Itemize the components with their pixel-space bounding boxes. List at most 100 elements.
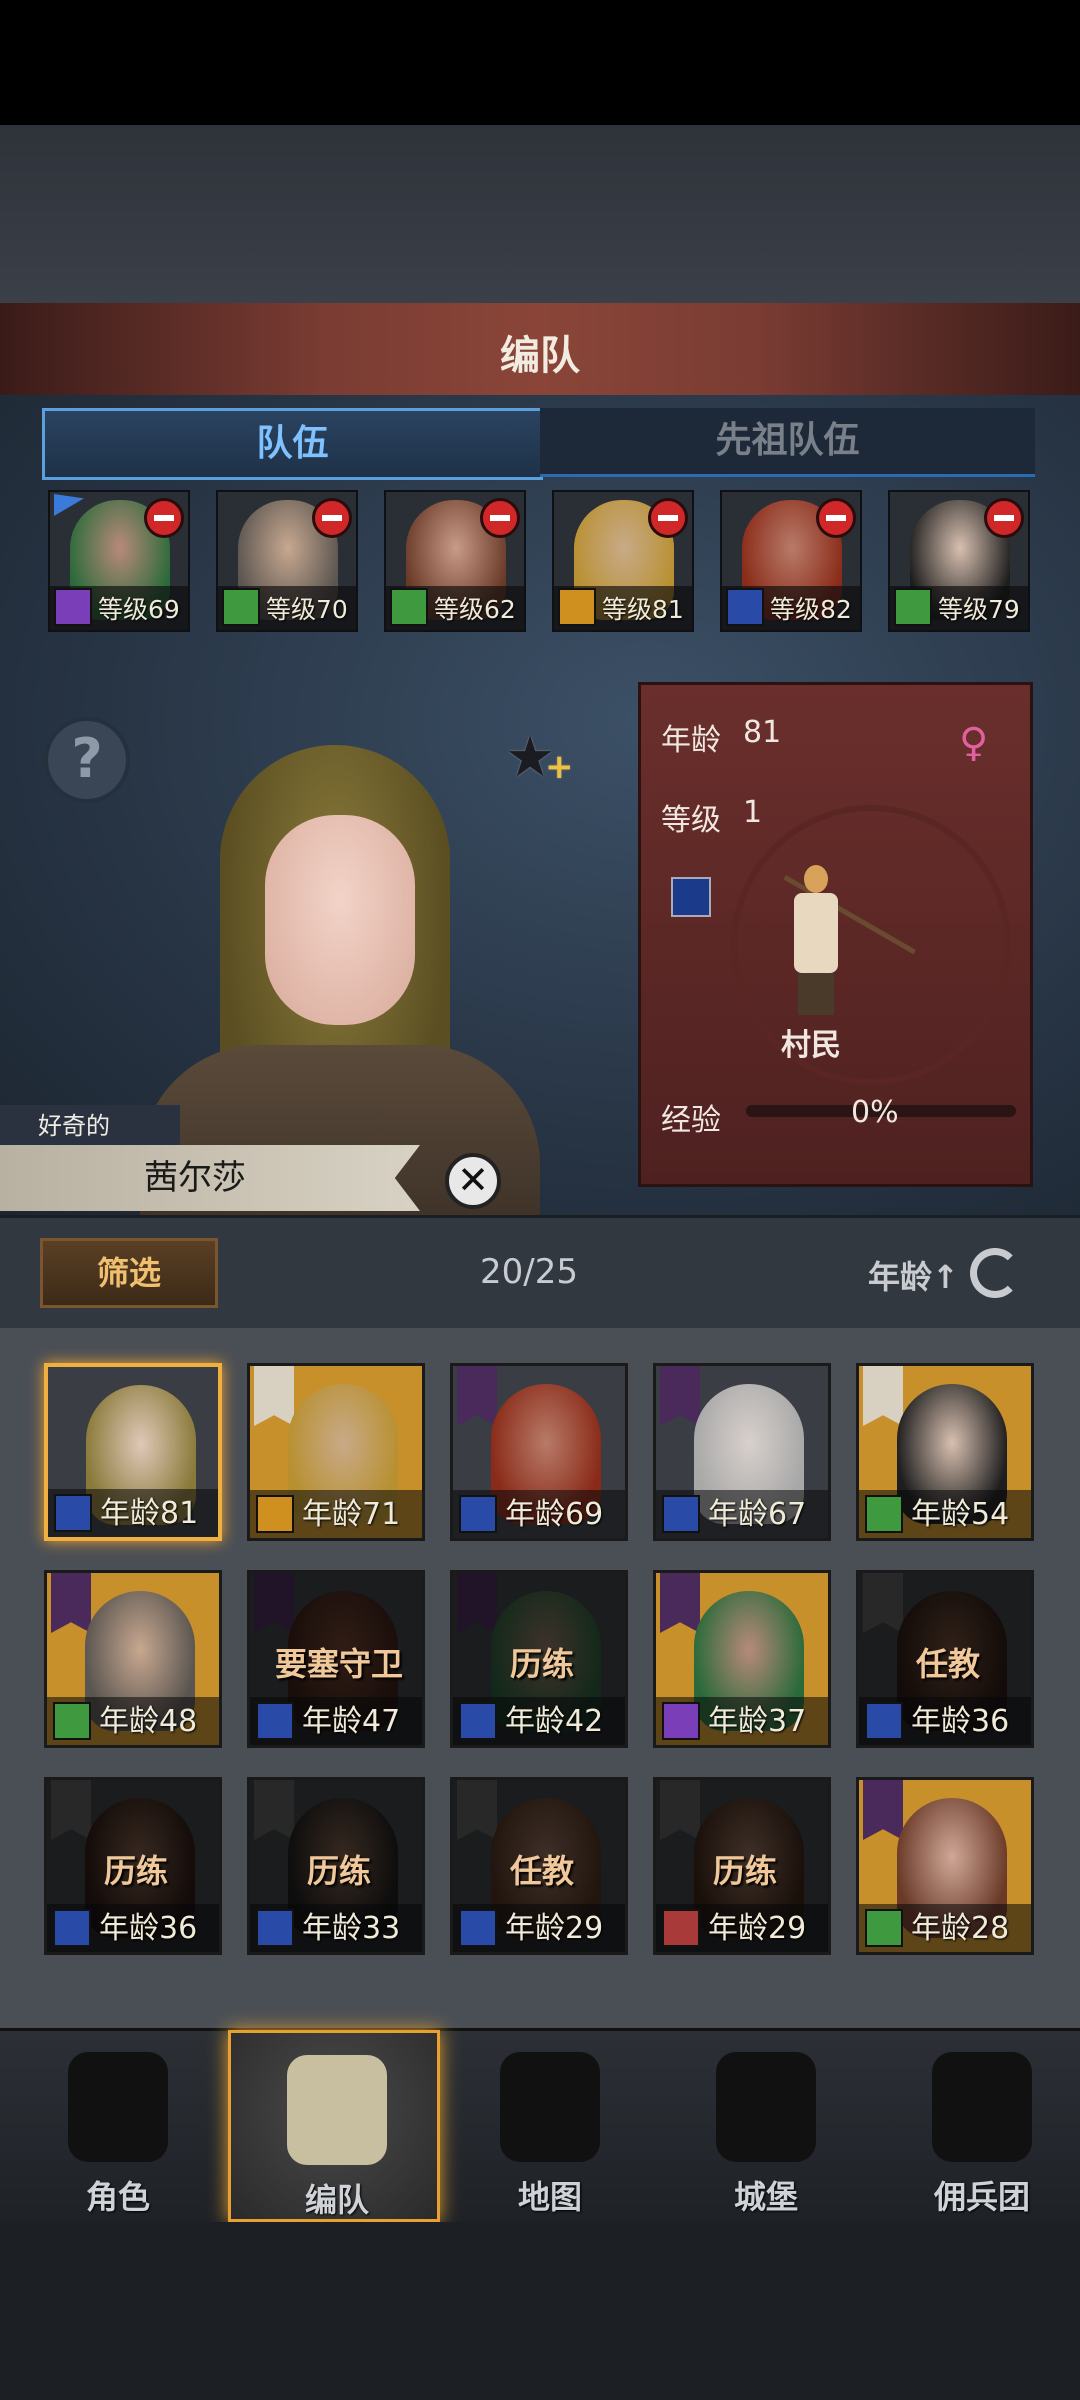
class-icon [222,588,260,626]
hero-age: 年龄28 [911,1911,1010,1946]
banner-icon [457,1366,497,1426]
exp-value: 0% [851,1095,899,1130]
roster-card[interactable]: 年龄54 [856,1363,1034,1541]
class-icon [54,1494,92,1532]
remove-member-icon[interactable] [312,498,352,538]
team-slot[interactable]: 等级81 [552,490,694,632]
roster-card[interactable]: 年龄36 任教 [856,1570,1034,1748]
class-icon [662,1495,700,1533]
hero-age: 年龄33 [302,1911,401,1946]
hero-age: 年龄54 [911,1497,1010,1532]
remove-member-icon[interactable] [144,498,184,538]
member-level: 等级79 [938,595,1020,624]
roster-card[interactable]: 年龄48 [44,1570,222,1748]
page-title: 编队 [500,333,580,379]
roster-card[interactable]: 年龄67 [653,1363,831,1541]
compass-map-icon [500,2052,600,2162]
hero-age: 年龄81 [100,1496,199,1531]
team-slot[interactable]: 等级82 [720,490,862,632]
class-icon [865,1909,903,1947]
nav-item-helmet[interactable]: 编队 [228,2030,440,2222]
castle-icon [716,2052,816,2162]
hero-age: 年龄29 [708,1911,807,1946]
tab-ancestor-team[interactable]: 先祖队伍 [540,408,1035,477]
class-icon [894,588,932,626]
class-icon [726,588,764,626]
hero-age: 年龄36 [911,1704,1010,1739]
class-icon [662,1909,700,1947]
tab-team[interactable]: 队伍 [42,408,543,480]
member-level: 等级81 [602,595,684,624]
remove-member-icon[interactable] [648,498,688,538]
nav-label: 角色 [85,2178,150,2216]
character-name[interactable]: 茜尔莎 [0,1145,420,1211]
banner-icon [863,1780,903,1840]
member-level: 等级69 [98,595,180,624]
team-slot[interactable]: 等级70 [216,490,358,632]
hero-activity: 历练 [712,1852,777,1890]
roster-card[interactable]: 年龄71 [247,1363,425,1541]
hero-age: 年龄67 [708,1497,807,1532]
hero-age: 年龄47 [302,1704,401,1739]
nav-label: 地图 [517,2178,582,2216]
sort-button[interactable]: 年龄↑ [868,1252,959,1298]
age-label: 年龄 [661,723,721,758]
nav-item-mercenary[interactable]: 佣兵团 [876,2030,1080,2222]
level-label: 等级 [661,803,721,838]
banner-icon [863,1366,903,1426]
roster-card[interactable]: 年龄36 历练 [44,1777,222,1955]
remove-member-icon[interactable] [480,498,520,538]
remove-member-icon[interactable] [816,498,856,538]
team-slot[interactable]: 等级69 [48,490,190,632]
villager-figure [783,865,916,1015]
nav-label: 佣兵团 [933,2178,1030,2216]
character-info-card: 年龄 81 ♀ 等级 1 村民 经验 0% [638,682,1033,1187]
nav-item-knight[interactable]: 角色 [12,2030,224,2222]
nav-label: 编队 [304,2181,369,2219]
hero-activity: 要塞守卫 [274,1645,403,1683]
hero-age: 年龄37 [708,1704,807,1739]
roster-card[interactable]: 年龄42 历练 [450,1570,628,1748]
mercenary-icon [932,2052,1032,2162]
class-icon [558,588,596,626]
character-portrait [140,745,540,1225]
trait-label: 好奇的 [0,1105,180,1147]
roster-card[interactable]: 年龄69 [450,1363,628,1541]
helmet-icon [287,2055,387,2165]
hero-age: 年龄36 [99,1911,198,1946]
help-button[interactable]: ? [44,717,130,803]
member-level: 等级70 [266,595,348,624]
portrait-face [265,815,415,1025]
roster-card[interactable]: 年龄47 要塞守卫 [247,1570,425,1748]
team-slot[interactable]: 等级79 [888,490,1030,632]
remove-close-icon[interactable]: ✕ [445,1153,501,1209]
female-gender-icon: ♀ [959,720,989,766]
class-sword-icon [671,877,711,917]
class-icon [865,1495,903,1533]
roster-card[interactable]: 年龄29 历练 [653,1777,831,1955]
class-icon [53,1909,91,1947]
nav-item-compass-map[interactable]: 地图 [444,2030,656,2222]
banner-icon [51,1573,91,1633]
roster-card[interactable]: 年龄37 [653,1570,831,1748]
member-level: 等级82 [770,595,852,624]
refresh-icon[interactable] [970,1248,1020,1298]
title-bar: 编队 [0,303,1080,398]
filter-button[interactable]: 筛选 [40,1238,218,1308]
roster-card[interactable]: 年龄33 历练 [247,1777,425,1955]
class-name: 村民 [781,1028,841,1063]
add-favorite-star-icon[interactable]: ★ + [505,725,574,790]
class-icon [53,1702,91,1740]
status-area [0,0,1080,125]
remove-member-icon[interactable] [984,498,1024,538]
hero-activity: 历练 [509,1645,574,1683]
roster-card[interactable]: 年龄28 [856,1777,1034,1955]
roster-card[interactable]: 年龄29 任教 [450,1777,628,1955]
leader-flag-icon [54,494,84,516]
class-icon [54,588,92,626]
nav-item-castle[interactable]: 城堡 [660,2030,872,2222]
roster-card[interactable]: 年龄81 [44,1363,222,1541]
team-slot[interactable]: 等级62 [384,490,526,632]
hero-age: 年龄71 [302,1497,401,1532]
hero-age: 年龄69 [505,1497,604,1532]
